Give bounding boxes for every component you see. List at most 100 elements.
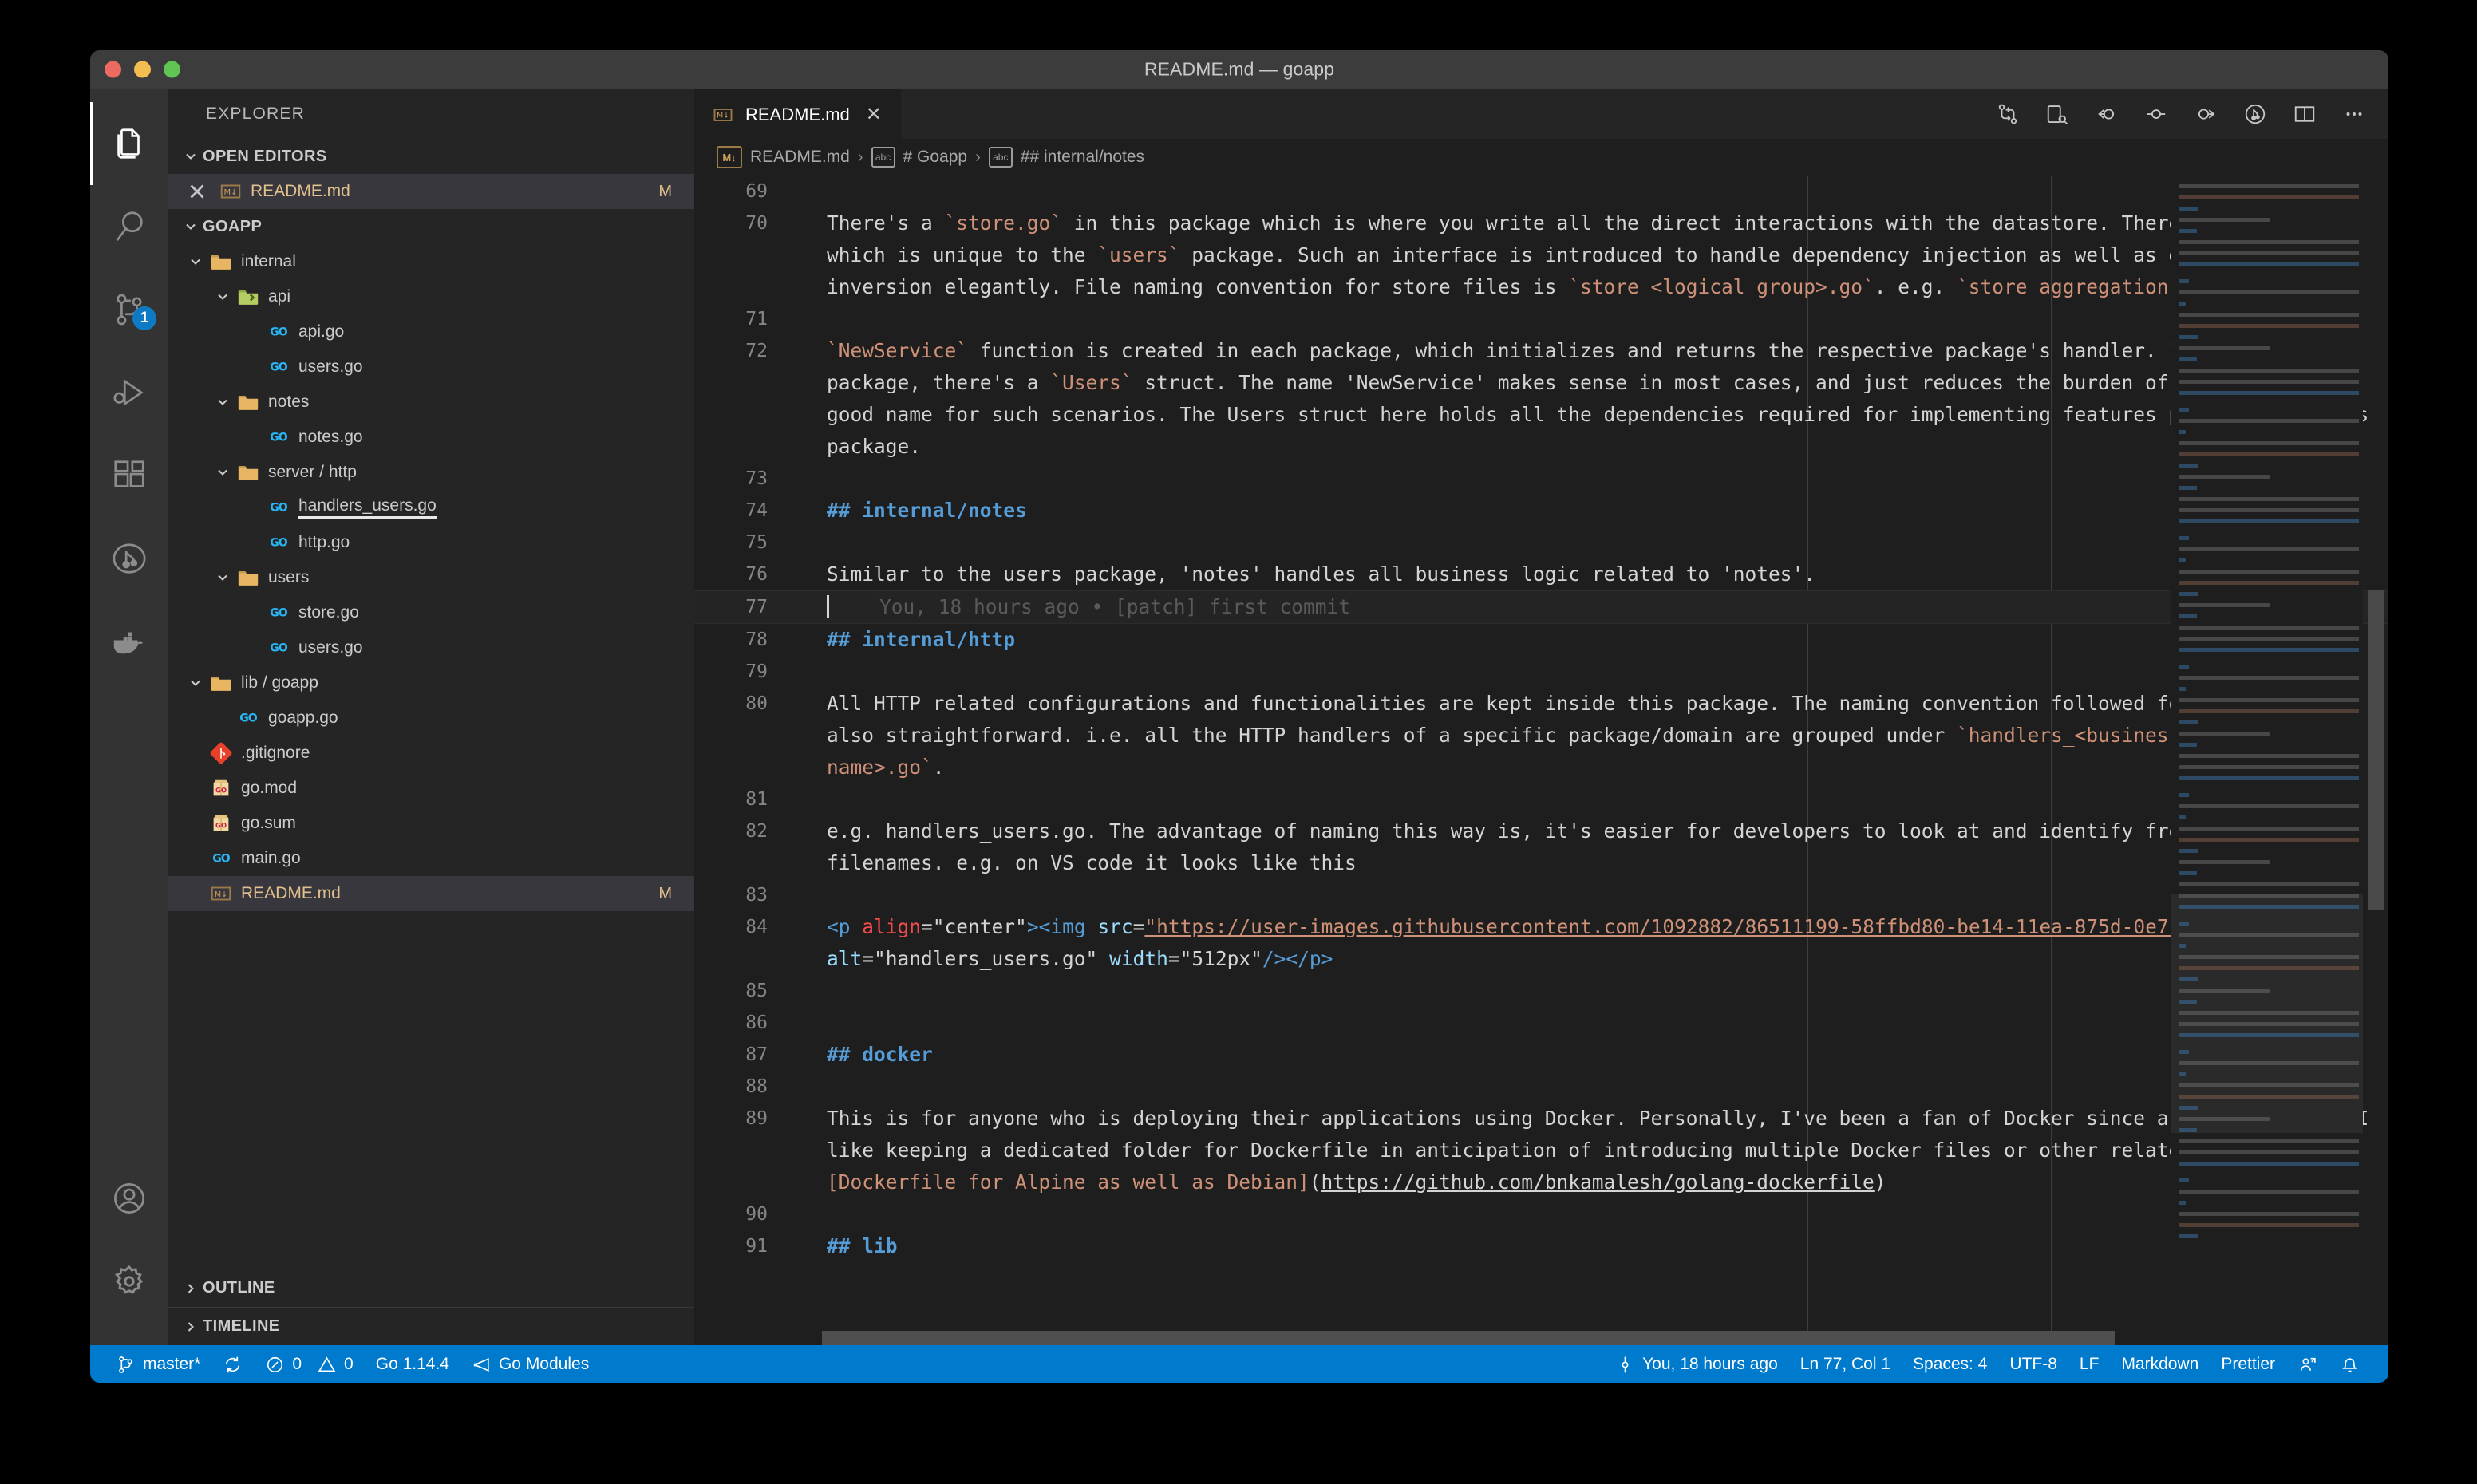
minimap-line [2179,195,2359,199]
status-live-share[interactable] [2286,1345,2329,1383]
code-line[interactable]: 72 `NewService` function is created in ea… [694,335,2388,463]
code-line[interactable]: 76 Similar to the users package, 'notes' … [694,558,2388,590]
status-go-modules[interactable]: Go Modules [460,1345,600,1383]
code-line[interactable]: 71 [694,303,2388,335]
code-line[interactable]: 82 e.g. handlers_users.go. The advantage … [694,815,2388,879]
tree-file[interactable]: GO api.go [168,314,694,349]
sidebar-item-gitlens[interactable] [90,517,168,600]
tree-folder[interactable]: users [168,560,694,595]
tree-file[interactable]: GO go.sum [168,806,694,841]
sidebar-item-docker[interactable] [90,600,168,683]
status-cursor-position[interactable]: Ln 77, Col 1 [1789,1345,1902,1383]
code-line[interactable]: 69 [694,176,2388,207]
tree-folder[interactable]: internal [168,244,694,279]
workspace-header[interactable]: GOAPP [168,209,694,244]
code-line[interactable]: 84 <p align="center"><img src="https://us… [694,911,2388,975]
next-change-icon[interactable] [2192,101,2219,128]
tree-file[interactable]: .gitignore [168,736,694,771]
tree-file[interactable]: GO users.go [168,630,694,665]
timeline-panel-header[interactable]: TIMELINE [168,1307,694,1345]
tab-readme[interactable]: M↓ README.md ✕ [694,89,901,139]
manage-settings-button[interactable] [90,1240,168,1323]
sync-icon [223,1355,243,1375]
status-formatter[interactable]: Prettier [2210,1345,2286,1383]
vertical-scrollbar[interactable] [2368,590,2384,910]
code-line[interactable]: 70 There's a `store.go` in this package w… [694,207,2388,303]
window-title: README.md — goapp [1144,58,1335,80]
code-lines[interactable]: 69 70 There's a `store.go` in this package… [694,176,2388,1345]
tree-folder[interactable]: server / http [168,455,694,490]
previous-change-icon[interactable] [2093,101,2120,128]
open-preview-icon[interactable] [2044,101,2071,128]
status-go-version-label: Go 1.14.4 [375,1355,449,1373]
status-encoding[interactable]: UTF-8 [1998,1345,2068,1383]
breadcrumb-item[interactable]: abc ## internal/notes [988,147,1144,168]
breadcrumb-item[interactable]: M↓ README.md [717,146,850,168]
tree-file[interactable]: GO goapp.go [168,701,694,736]
minimap-line [2179,989,2270,993]
tree-file[interactable]: GO go.mod [168,771,694,806]
code-line[interactable]: 77 You, 18 hours ago • [patch] first com… [694,590,2388,624]
horizontal-scrollbar[interactable] [822,1331,2115,1345]
code-token: width [1109,947,1168,970]
status-indentation[interactable]: Spaces: 4 [1902,1345,1998,1383]
code-line[interactable]: 81 [694,783,2388,815]
sidebar-item-source-control[interactable]: 1 [90,268,168,351]
status-problems[interactable]: 0 0 [254,1345,364,1383]
accounts-button[interactable] [90,1157,168,1240]
code-line[interactable]: 80 All HTTP related configurations and fu… [694,688,2388,783]
sidebar-item-explorer[interactable] [90,102,168,185]
close-icon[interactable]: ✕ [861,105,887,124]
compare-changes-icon[interactable] [1994,101,2021,128]
close-icon[interactable] [184,178,211,205]
status-branch[interactable]: master* [105,1345,211,1383]
tree-file[interactable]: GO users.go [168,349,694,385]
status-blame[interactable]: You, 18 hours ago [1604,1345,1789,1383]
tree-file[interactable]: M↓ README.md M [168,876,694,911]
code-line[interactable]: 90 [694,1198,2388,1230]
breadcrumb-item[interactable]: abc # Goapp [871,147,967,168]
current-change-icon[interactable] [2143,101,2170,128]
code-line[interactable]: 73 [694,463,2388,495]
split-editor-icon[interactable] [2291,101,2318,128]
source-control-badge: 1 [132,306,156,330]
code-line[interactable]: 88 [694,1071,2388,1103]
status-notifications[interactable] [2329,1345,2371,1383]
code-line[interactable]: 91 ## lib [694,1230,2388,1262]
code-line[interactable]: 89 This is for anyone who is deploying th… [694,1103,2388,1198]
more-actions-icon[interactable] [2341,101,2368,128]
tree-file[interactable]: GO http.go [168,525,694,560]
tree-file[interactable]: GO main.go [168,841,694,876]
tree-folder[interactable]: api [168,279,694,314]
tree-folder[interactable]: notes [168,385,694,420]
status-branch-label: master* [143,1355,201,1373]
code-line[interactable]: 75 [694,527,2388,558]
code-line[interactable]: 87 ## docker [694,1039,2388,1071]
sidebar-item-extensions[interactable] [90,434,168,517]
code-line[interactable]: 86 [694,1007,2388,1039]
open-editor-readme[interactable]: M↓ README.md M [168,174,694,209]
minimap[interactable] [2171,176,2363,1345]
sidebar-item-run-and-debug[interactable] [90,351,168,434]
code-token: `NewService` [827,339,969,362]
code-line[interactable]: 85 [694,975,2388,1007]
code-line[interactable]: 79 [694,656,2388,688]
tree-file[interactable]: GO handlers_users.go [168,490,694,525]
status-sync[interactable] [211,1345,254,1383]
status-language-mode[interactable]: Markdown [2110,1345,2210,1383]
code-line[interactable]: 74 ## internal/notes [694,495,2388,527]
tree-folder[interactable]: lib / goapp [168,665,694,701]
outline-panel-header[interactable]: OUTLINE [168,1269,694,1307]
tree-file[interactable]: GO store.go [168,595,694,630]
tree-file[interactable]: GO notes.go [168,420,694,455]
status-eol[interactable]: LF [2068,1345,2111,1383]
sidebar-item-search[interactable] [90,185,168,268]
tab-label: README.md [745,104,850,124]
code-line[interactable]: 83 [694,879,2388,911]
open-editors-header[interactable]: OPEN EDITORS [168,139,694,174]
code-line[interactable]: 78 ## internal/http [694,624,2388,656]
status-go-version[interactable]: Go 1.14.4 [365,1345,460,1383]
gitlens-icon[interactable] [2242,101,2269,128]
markdown-icon: M↓ [717,146,742,168]
